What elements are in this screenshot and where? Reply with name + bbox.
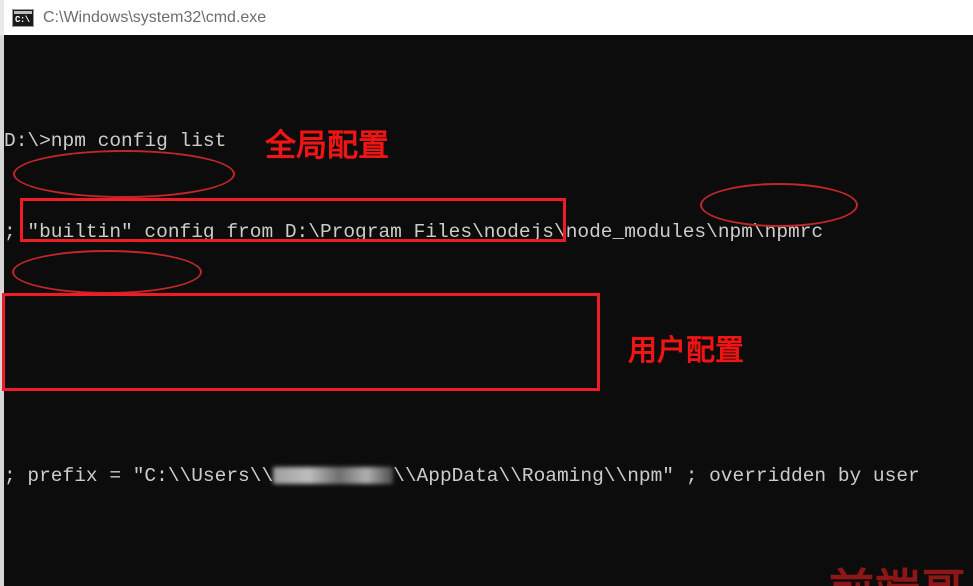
console-line-prefix: ; prefix = "C:\\Users\\ \\AppData\\Roamin… xyxy=(4,461,973,491)
annotation-label-global: 全局配置 xyxy=(265,128,389,164)
console-line-prefix-part1: ; prefix = "C:\\Users\\ xyxy=(4,464,274,487)
title-bar: C:\ C:\Windows\system32\cmd.exe xyxy=(0,0,973,35)
title-bar-left-stub xyxy=(0,0,4,35)
watermark-brand: 前端哥 xyxy=(829,554,967,586)
cmd-icon: C:\ xyxy=(12,8,34,27)
annotation-rect-user-config-block xyxy=(2,293,600,391)
redacted-username xyxy=(273,466,394,484)
cmd-window: C:\ C:\Windows\system32\cmd.exe D:\>npm … xyxy=(0,0,973,586)
console-line-prefix-part2: \\AppData\\Roaming\\npm" ; overridden by… xyxy=(393,464,920,487)
annotation-ellipse-global-config xyxy=(13,150,235,198)
annotation-ellipse-user-config xyxy=(12,250,202,294)
console-line-global-config: ; "global" config from D:\Program Files\… xyxy=(4,582,973,586)
annotation-rect-registry-global xyxy=(20,198,566,242)
annotation-label-user: 用户配置 xyxy=(628,333,745,367)
window-title: C:\Windows\system32\cmd.exe xyxy=(43,8,267,26)
cmd-icon-glyph: C:\ xyxy=(15,14,30,25)
annotation-ellipse-etc-npmrc xyxy=(700,183,858,227)
console-output-area[interactable]: D:\>npm config list ; "builtin" config f… xyxy=(0,35,973,586)
